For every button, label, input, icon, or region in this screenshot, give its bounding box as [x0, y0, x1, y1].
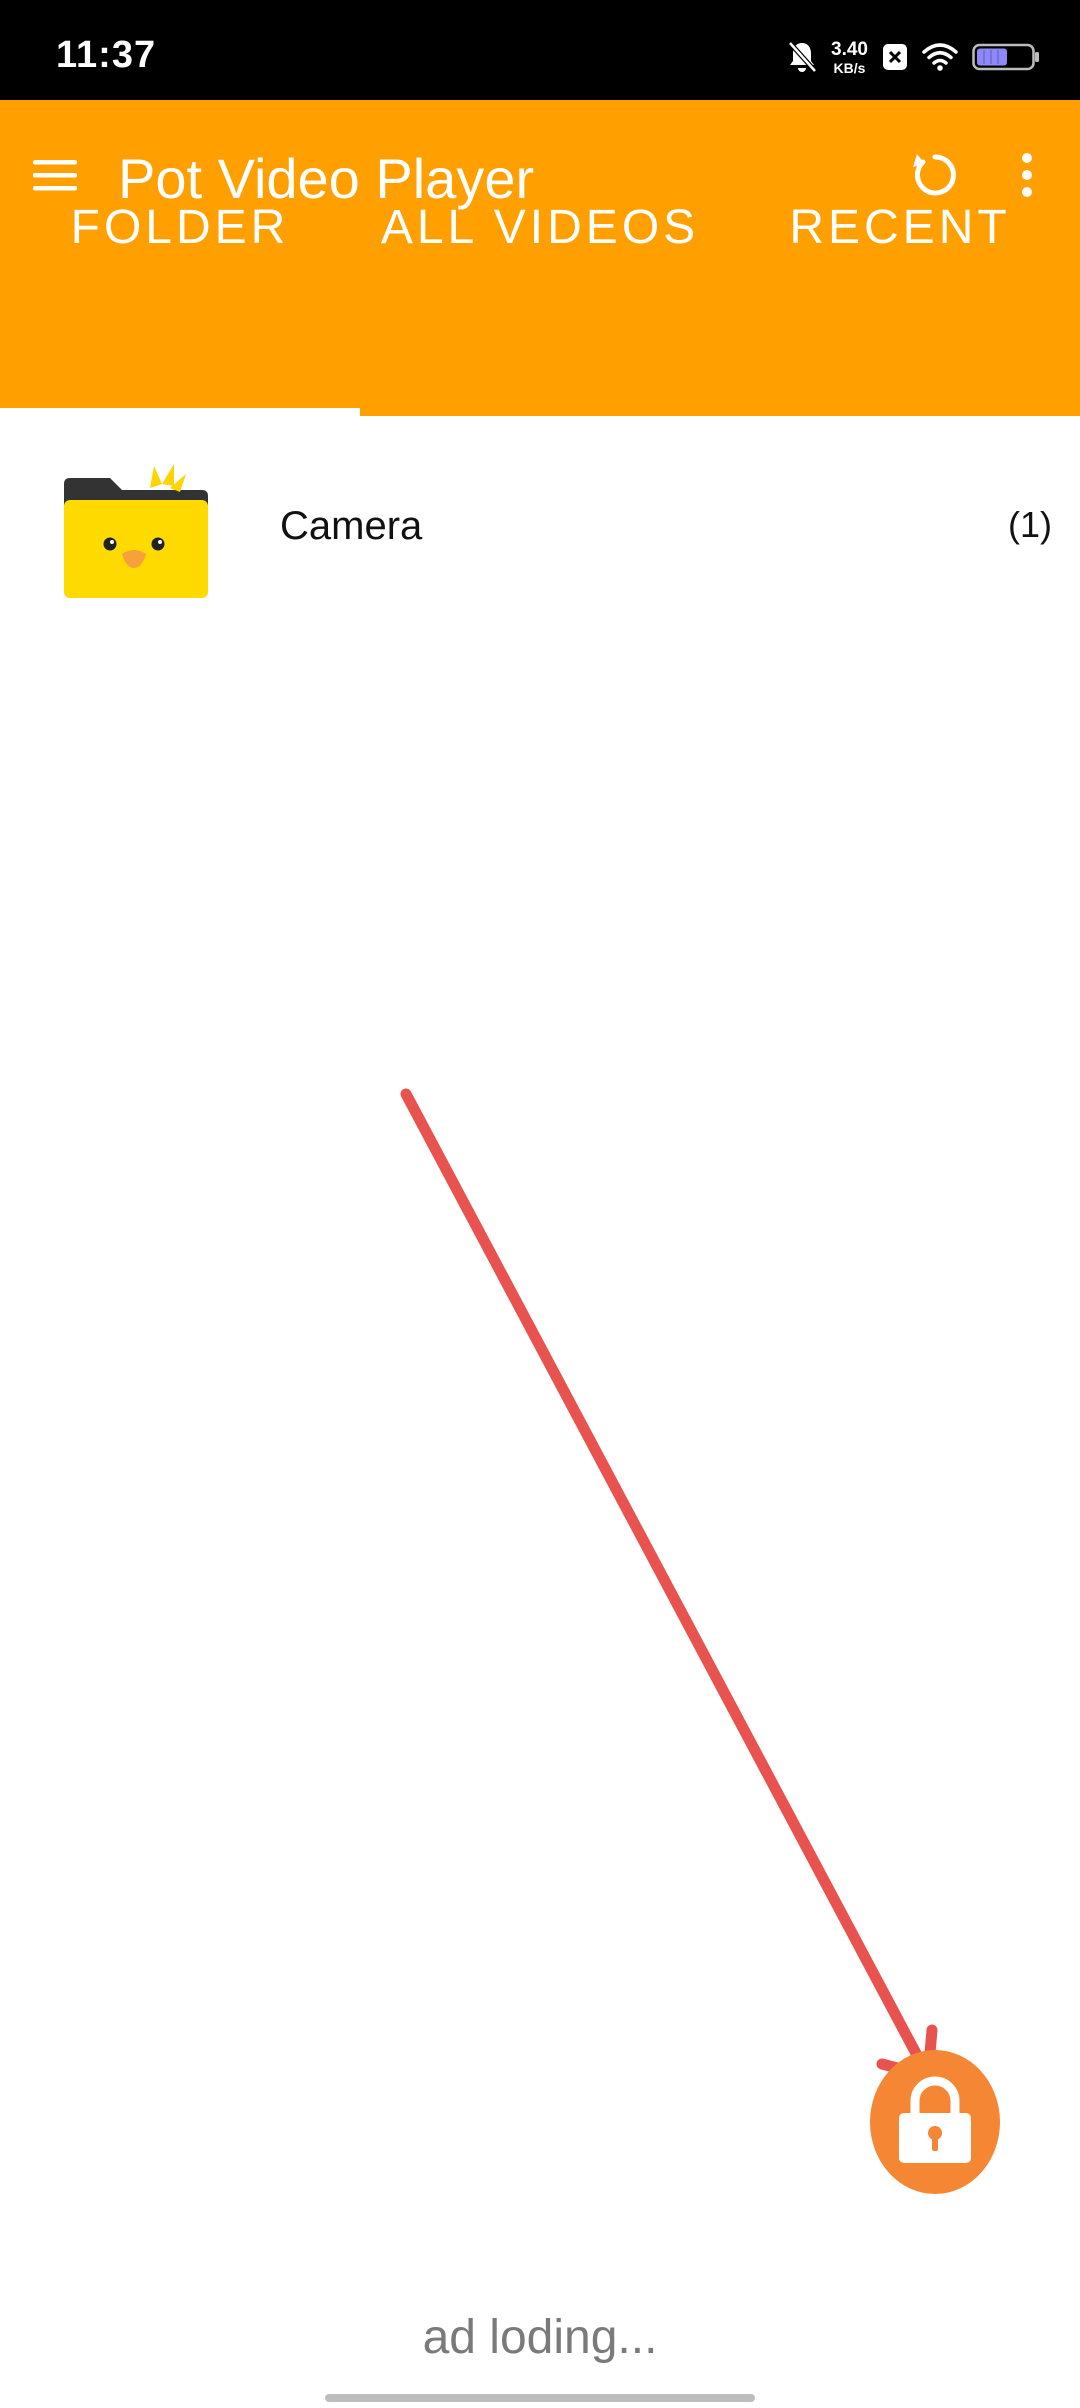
- duck-folder-icon: [62, 462, 210, 602]
- ad-loading-text: ad loding...: [422, 2311, 658, 2364]
- home-indicator[interactable]: [325, 2394, 755, 2402]
- tab-selected-indicator: [0, 408, 360, 416]
- status-time: 11:37: [56, 34, 157, 76]
- menu-icon: [31, 156, 79, 199]
- lock-fab-button[interactable]: [870, 2050, 1000, 2194]
- tab-folder[interactable]: FOLDER: [0, 200, 360, 255]
- folder-name: Camera: [280, 504, 423, 548]
- folder-video-count: (1): [1008, 504, 1052, 545]
- refresh-icon: [909, 149, 961, 206]
- battery-icon: [972, 42, 1040, 72]
- folder-list-item[interactable]: Camera (1): [0, 440, 1080, 610]
- network-speed-unit: KB/s: [833, 59, 866, 76]
- tab-recent[interactable]: RECENT: [720, 200, 1080, 255]
- tab-all-videos[interactable]: ALL VIDEOS: [360, 200, 720, 255]
- more-vert-icon: [1020, 152, 1034, 203]
- network-speed: 3.40 KB/s: [831, 40, 868, 75]
- status-bar: 11:37 3.40 KB/s: [0, 0, 1080, 100]
- app-bar: Pot Video Player FOLDER ALL VIDEOS RECEN…: [0, 100, 1080, 416]
- close-box-icon: [882, 43, 908, 71]
- wifi-icon: [922, 42, 958, 72]
- bell-off-icon: [787, 40, 817, 74]
- status-icons: 3.40 KB/s: [787, 38, 1040, 76]
- network-speed-value: 3.40: [831, 38, 868, 60]
- lock-icon: [896, 2075, 974, 2170]
